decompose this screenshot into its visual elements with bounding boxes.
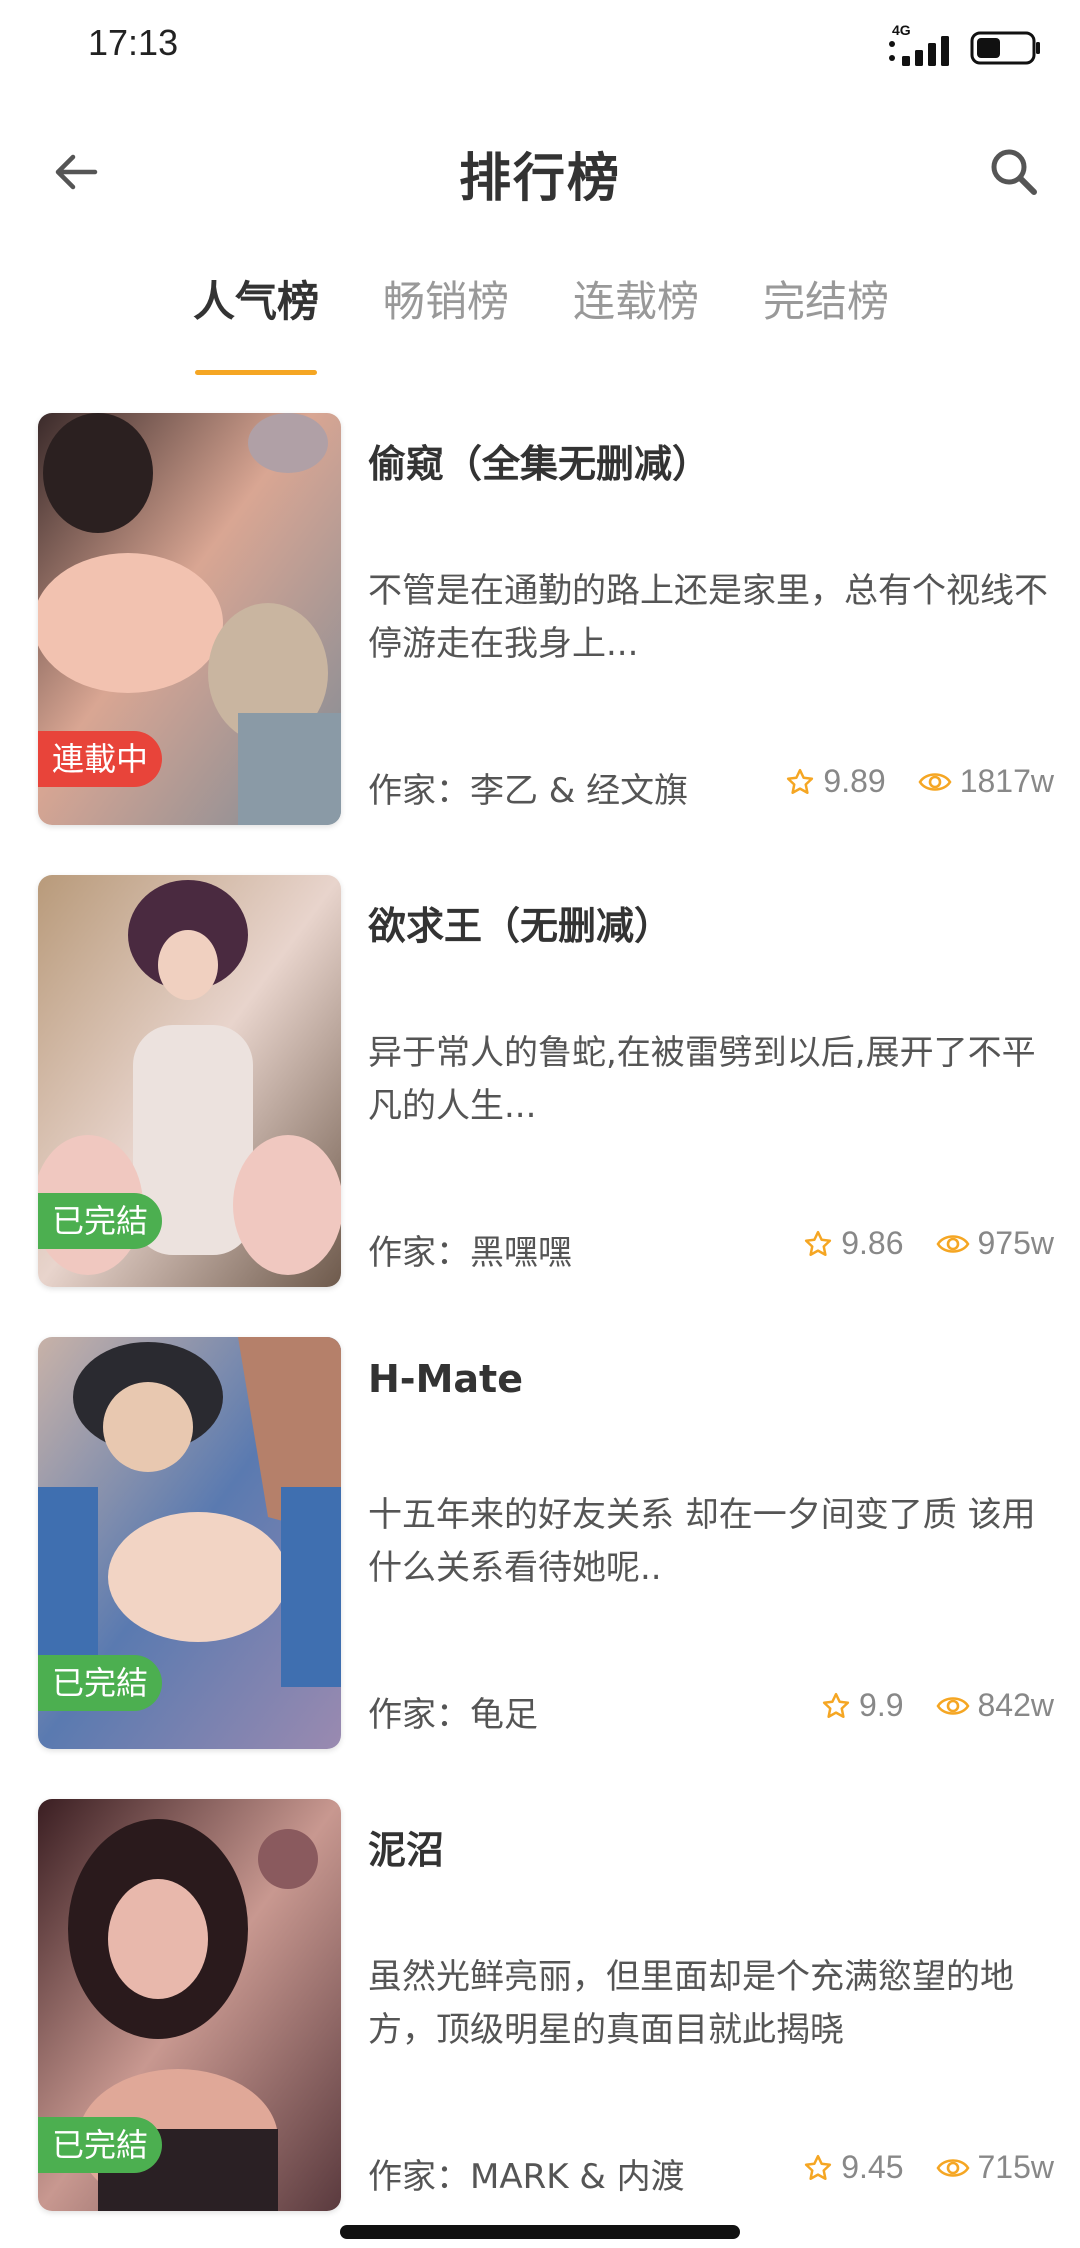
rating: 9.86 [803,1225,904,1262]
list-item[interactable]: 已完結 泥沼 虽然光鲜亮丽，但里面却是个充满慾望的地方，顶级明星的真面目就此揭晓… [0,1799,1080,2219]
rating-value: 9.9 [859,1687,904,1723]
tab-popular[interactable]: 人气榜 [186,268,326,329]
status-badge: 已完結 [38,1655,163,1711]
comic-cover[interactable]: 已完結 [38,1337,341,1749]
signal-icon [889,36,949,66]
comic-author: 作家：李乙 & 经文旗 [368,771,689,811]
eye-icon [935,2158,970,2177]
tab-serializing[interactable]: 连载榜 [566,268,706,329]
star-icon [822,1692,850,1718]
star-icon [805,1230,832,1256]
comic-stats: 9.45 715w [803,2149,1054,2186]
rating: 9.89 [785,763,886,800]
tab-indicator [195,370,317,375]
comic-description: 虽然光鲜亮丽，但里面却是个充满慾望的地方，顶级明星的真面目就此揭晓 [368,1957,1014,2050]
comic-stats: 9.89 1817w [785,763,1054,800]
eye-icon [918,772,952,791]
comic-description: 异于常人的鲁蛇,在被雷劈到以后,展开了不平凡的人生... [368,1033,1036,1126]
comic-author: 作家：黑嘿嘿 [368,1233,572,1273]
tab-completed[interactable]: 完结榜 [756,268,896,329]
views-value: 842w [977,1687,1055,1723]
star-icon [787,768,814,794]
views: 1817w [918,763,1054,800]
views-value: 1817w [959,763,1054,799]
search-button[interactable] [978,136,1050,208]
rating: 9.45 [803,2149,904,2186]
comic-author: 作家：龟足 [368,1695,538,1735]
status-time: 17:13 [88,22,179,63]
views: 715w [935,2149,1055,2186]
status-badge: 連載中 [38,731,163,787]
views: 975w [935,1225,1055,1262]
views-value: 715w [977,2149,1055,2185]
comic-description: 不管是在通勤的路上还是家里，总有个视线不停游走在我身上... [368,571,1048,664]
ranking-tabs: 人气榜 畅销榜 连载榜 完结榜 [0,268,1080,378]
home-indicator[interactable] [340,2225,740,2239]
rating-value: 9.86 [841,1225,904,1261]
rating: 9.9 [821,1687,904,1724]
list-item[interactable]: 連載中 偷窥（全集无删减） 不管是在通勤的路上还是家里，总有个视线不停游走在我身… [0,413,1080,833]
list-item[interactable]: 已完結 欲求王（无删减） 异于常人的鲁蛇,在被雷劈到以后,展开了不平凡的人生..… [0,875,1080,1295]
comic-cover[interactable]: 已完結 [38,875,341,1287]
comic-title[interactable]: 偷窥（全集无删减） [368,433,710,488]
comic-description: 十五年来的好友关系 却在一夕间变了质 该用什么关系看待她呢.. [368,1495,1036,1588]
battery-icon [970,31,1040,65]
comic-author: 作家：MARK & 内渡 [368,2157,685,2197]
views-value: 975w [977,1225,1055,1261]
header: 排行榜 [0,110,1080,230]
search-icon [991,149,1037,195]
comic-title[interactable]: 欲求王（无删减） [368,895,672,950]
comic-cover[interactable]: 已完結 [38,1799,341,2211]
comic-title[interactable]: H-Mate [368,1357,523,1401]
status-badge: 已完結 [38,2117,163,2173]
status-badge: 已完結 [38,1193,163,1249]
status-bar: 17:13 4G [0,0,1080,96]
list-item[interactable]: 已完結 H-Mate 十五年来的好友关系 却在一夕间变了质 该用什么关系看待她呢… [0,1337,1080,1757]
comic-title[interactable]: 泥沼 [368,1819,444,1874]
eye-icon [935,1234,970,1253]
views: 842w [935,1687,1055,1724]
rating-value: 9.45 [841,2149,904,2185]
comic-stats: 9.86 975w [803,1225,1054,1262]
star-icon [805,2154,832,2180]
comic-cover[interactable]: 連載中 [38,413,341,825]
tab-bestselling[interactable]: 畅销榜 [376,268,516,329]
rating-value: 9.89 [823,763,886,799]
eye-icon [935,1696,970,1715]
comic-stats: 9.9 842w [821,1687,1054,1724]
page-title: 排行榜 [458,149,621,209]
